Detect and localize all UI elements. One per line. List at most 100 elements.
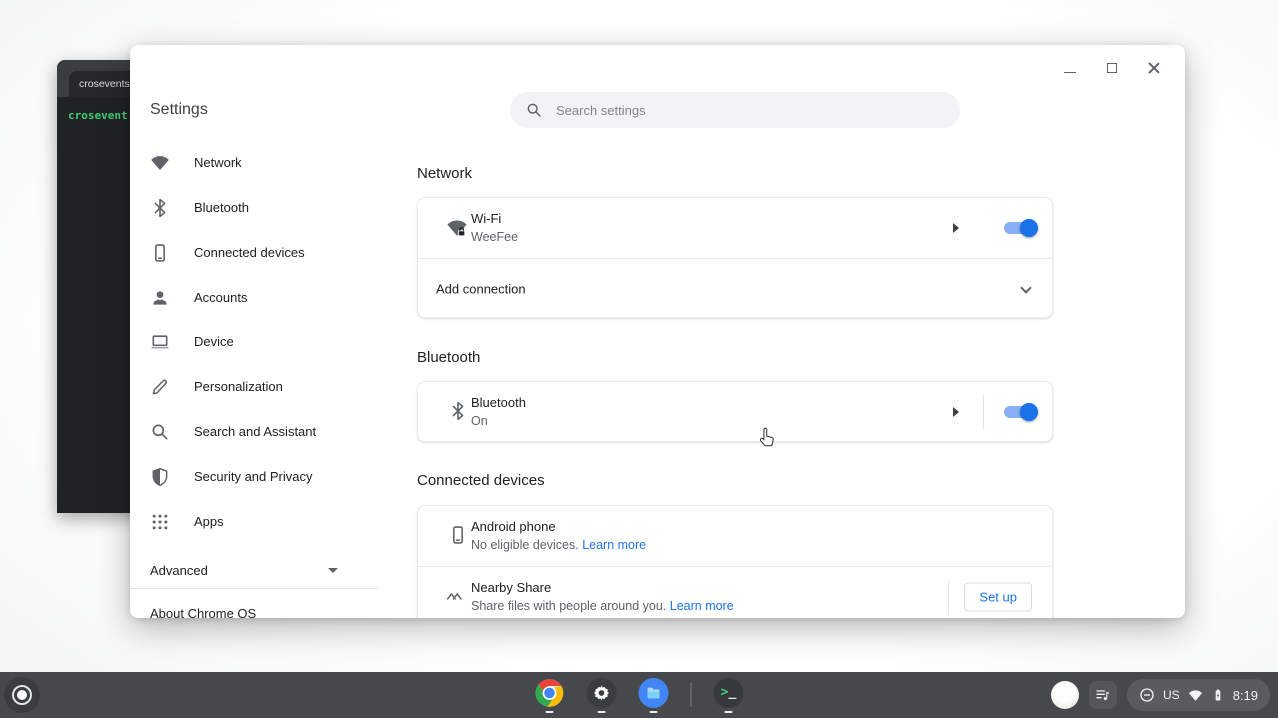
sidebar-item-security-privacy[interactable]: Security and Privacy: [130, 454, 380, 499]
sidebar-item-label: Connected devices: [194, 245, 305, 260]
sidebar-item-label: Security and Privacy: [194, 469, 313, 484]
chevron-down-icon: [328, 568, 338, 573]
toggle-knob: [1020, 219, 1038, 237]
toggle-knob: [1020, 403, 1038, 421]
add-connection-row[interactable]: Add connection: [418, 259, 1052, 319]
bluetooth-toggle[interactable]: [1004, 406, 1036, 418]
nearby-share-row[interactable]: Nearby Share Share files with people aro…: [418, 567, 1052, 618]
close-icon: [1148, 62, 1160, 74]
hand-cursor: [758, 427, 777, 449]
sidebar-advanced-expander[interactable]: Advanced: [130, 548, 378, 593]
terminal-tab-label: crosevents: [79, 78, 130, 90]
search-bar[interactable]: [510, 92, 960, 128]
sidebar-item-search-assistant[interactable]: Search and Assistant: [130, 409, 380, 454]
terminal-icon: >_: [714, 678, 744, 708]
search-icon: [526, 102, 542, 118]
sidebar-item-device[interactable]: Device: [130, 319, 380, 364]
media-notification-button[interactable]: [1089, 681, 1117, 709]
launcher-button[interactable]: [4, 677, 40, 713]
sidebar-item-apps[interactable]: Apps: [130, 499, 380, 544]
terminal-prompt-text: crosevent: [68, 109, 128, 122]
launcher-icon: [12, 685, 32, 705]
bluetooth-card: Bluetooth On: [417, 381, 1053, 442]
learn-more-link[interactable]: Learn more: [582, 538, 646, 552]
running-indicator: [650, 711, 658, 713]
settings-window: Settings Network Bluetooth Connected dev…: [130, 45, 1185, 618]
sidebar-item-label: Personalization: [194, 379, 283, 394]
shelf: >_ US: [0, 672, 1278, 718]
android-phone-title: Android phone: [471, 518, 646, 536]
clock: 8:19: [1233, 688, 1258, 703]
wifi-toggle[interactable]: [1004, 222, 1036, 234]
pen-icon: [150, 377, 170, 397]
sidebar-item-about-chromeos[interactable]: About Chrome OS: [150, 606, 256, 618]
sidebar-item-bluetooth[interactable]: Bluetooth: [130, 185, 380, 230]
smartphone-icon: [150, 243, 170, 263]
network-card: Wi-Fi WeeFee Add connection: [417, 197, 1053, 318]
sidebar-item-network[interactable]: Network: [130, 140, 380, 185]
files-icon: [639, 678, 669, 708]
nearby-share-subtitle: Share files with people around you.: [471, 599, 666, 613]
chevron-down-icon[interactable]: [1020, 282, 1031, 293]
settings-gear-icon: [587, 678, 617, 708]
minimize-icon: [1064, 72, 1076, 73]
window-controls: [1057, 55, 1167, 81]
android-phone-row[interactable]: Android phone No eligible devices. Learn…: [418, 506, 1052, 566]
sidebar-item-personalization[interactable]: Personalization: [130, 364, 380, 409]
add-connection-label: Add connection: [436, 282, 526, 297]
shelf-divider: [691, 683, 692, 707]
wifi-network-name: WeeFee: [471, 228, 518, 246]
vertical-divider: [948, 579, 949, 615]
shelf-app-files[interactable]: [639, 678, 669, 713]
sidebar-item-label: Search and Assistant: [194, 424, 316, 439]
sidebar-item-label: Device: [194, 334, 234, 349]
avatar[interactable]: [1051, 681, 1079, 709]
section-header-network: Network: [417, 165, 1053, 182]
bluetooth-icon: [150, 198, 170, 218]
bluetooth-row[interactable]: Bluetooth On: [418, 382, 1052, 442]
section-header-connected-devices: Connected devices: [417, 472, 1053, 489]
running-indicator: [598, 711, 606, 713]
chrome-icon: [535, 678, 565, 708]
apps-grid-icon: [150, 512, 170, 532]
bluetooth-status: On: [471, 412, 526, 430]
sidebar-item-label: Accounts: [194, 290, 247, 305]
wifi-title: Wi-Fi: [471, 210, 518, 228]
maximize-icon: [1107, 63, 1117, 73]
wifi-icon: [150, 153, 170, 173]
sidebar-item-label: Network: [194, 155, 242, 170]
advanced-label: Advanced: [150, 563, 208, 578]
minimize-button[interactable]: [1057, 55, 1083, 81]
sidebar-item-accounts[interactable]: Accounts: [130, 275, 380, 320]
page-title: Settings: [150, 101, 208, 119]
bluetooth-icon: [446, 401, 468, 423]
close-button[interactable]: [1141, 55, 1167, 81]
set-up-button[interactable]: Set up: [964, 583, 1032, 612]
maximize-button[interactable]: [1099, 55, 1125, 81]
battery-icon: [1211, 687, 1225, 703]
nearby-share-icon: [446, 586, 468, 608]
arrow-right-icon[interactable]: [953, 407, 959, 417]
status-tray[interactable]: US 8:19: [1127, 679, 1270, 711]
wifi-lock-icon: [446, 217, 468, 239]
nearby-share-title: Nearby Share: [471, 579, 734, 597]
laptop-icon: [150, 332, 170, 352]
playlist-music-icon: [1095, 687, 1111, 703]
shelf-app-settings[interactable]: [587, 678, 617, 713]
shelf-app-terminal[interactable]: >_: [714, 678, 744, 713]
arrow-right-icon[interactable]: [953, 223, 959, 233]
shield-icon: [150, 467, 170, 487]
smartphone-icon: [446, 525, 468, 547]
sidebar-item-label: Apps: [194, 514, 224, 529]
shelf-app-chrome[interactable]: [535, 678, 565, 713]
running-indicator: [725, 711, 733, 713]
keyboard-layout-indicator: US: [1163, 688, 1180, 702]
sidebar-item-connected-devices[interactable]: Connected devices: [130, 230, 380, 275]
search-input[interactable]: [556, 103, 944, 118]
connected-devices-card: Android phone No eligible devices. Learn…: [417, 505, 1053, 618]
do-not-disturb-icon: [1139, 687, 1155, 703]
wifi-status-icon: [1188, 688, 1203, 703]
learn-more-link[interactable]: Learn more: [670, 599, 734, 613]
bluetooth-title: Bluetooth: [471, 394, 526, 412]
wifi-row[interactable]: Wi-Fi WeeFee: [418, 198, 1052, 258]
